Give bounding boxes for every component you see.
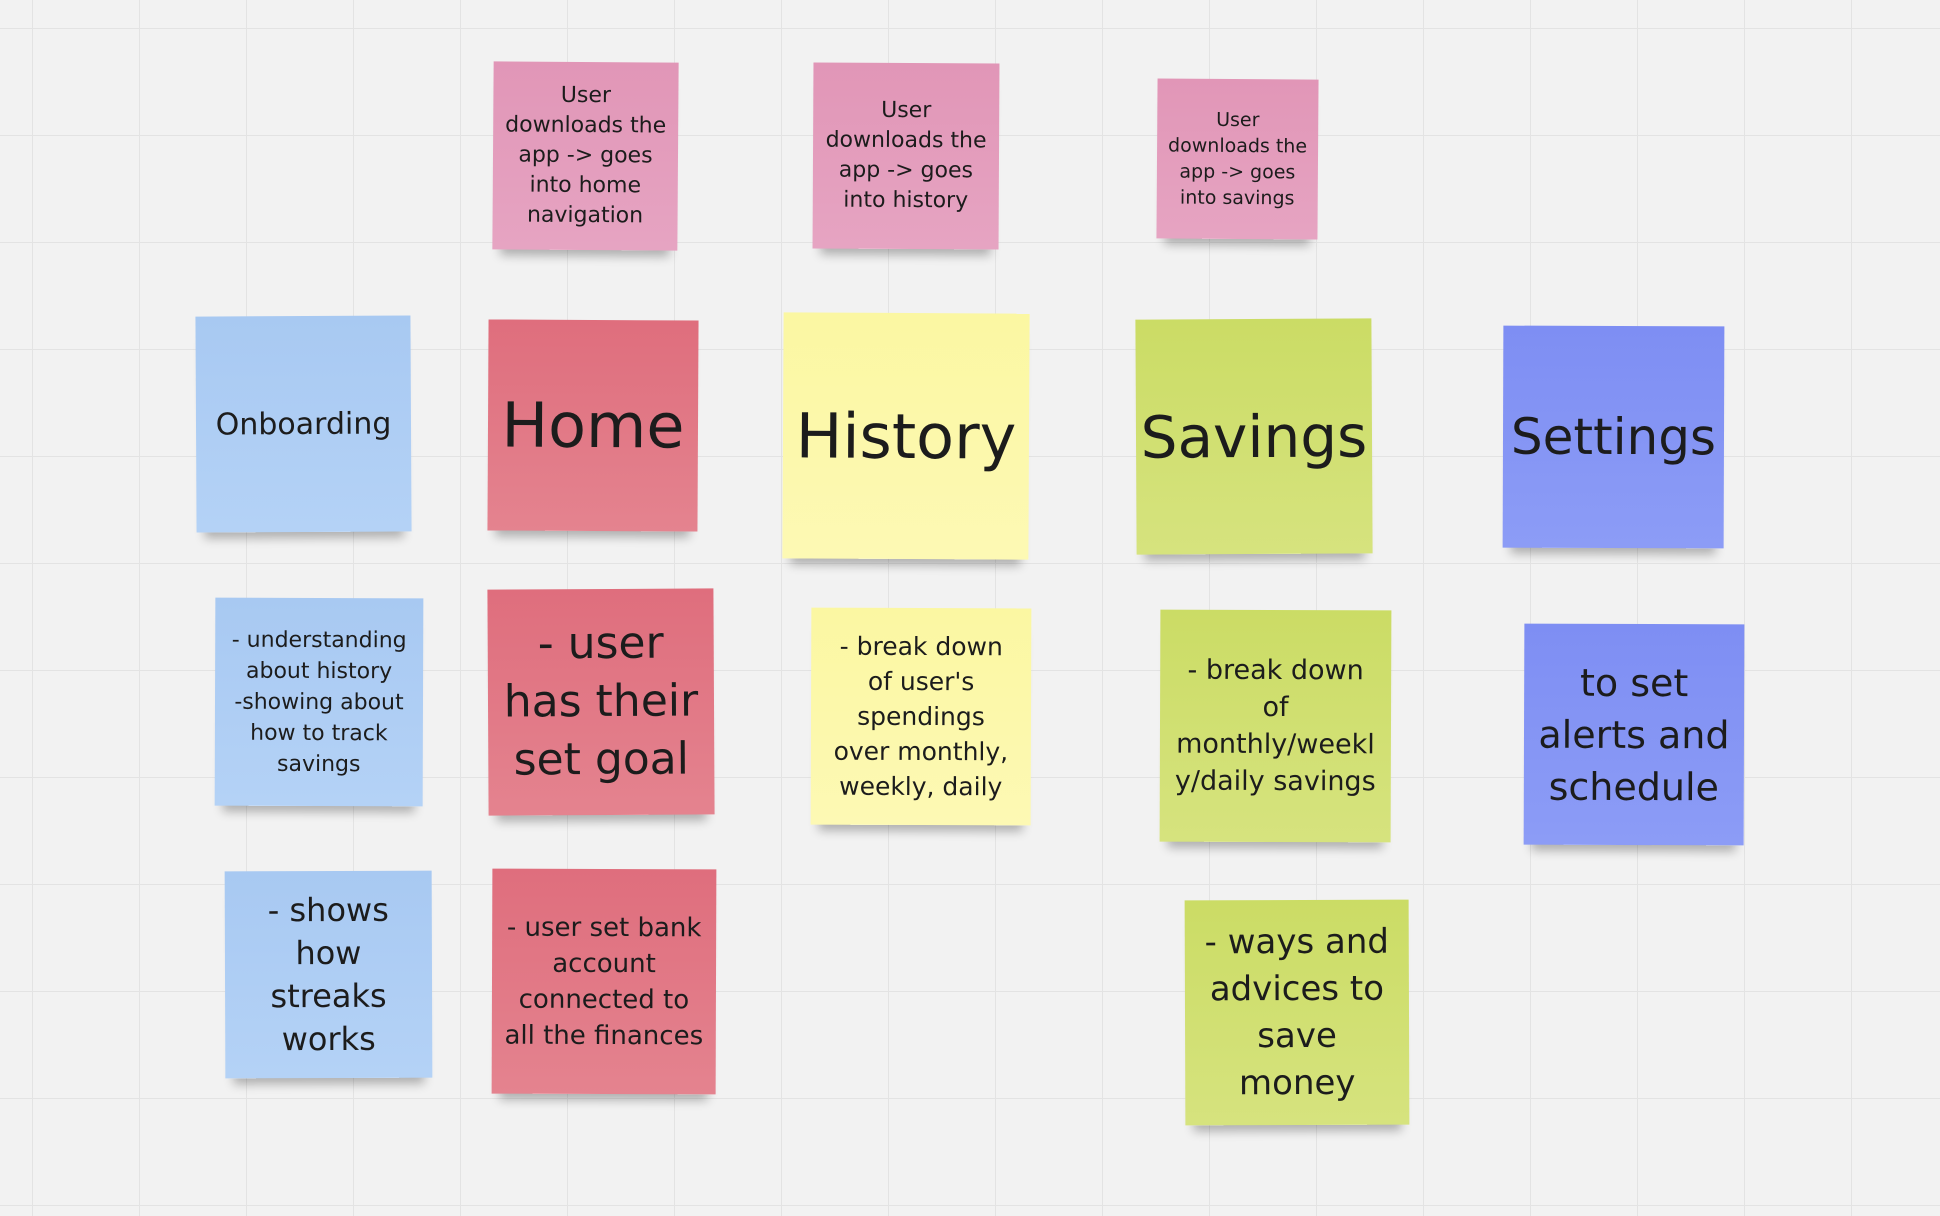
sticky-note-savings[interactable]: Savings xyxy=(1135,318,1373,555)
sticky-note-text: - user has their set goal xyxy=(503,617,699,786)
sticky-note-text: - break down of user's spendings over mo… xyxy=(833,631,1009,802)
sticky-note-bank-account[interactable]: - user set bank account connected to all… xyxy=(491,868,717,1095)
sticky-note-history[interactable]: History xyxy=(782,312,1030,560)
sticky-note-history-breakdown[interactable]: - break down of user's spendings over mo… xyxy=(810,607,1032,826)
sticky-note-home-goal[interactable]: - user has their set goal xyxy=(487,588,715,816)
sticky-note-text: User downloads the app -> goes into hist… xyxy=(825,97,987,214)
sticky-note-home-entry[interactable]: User downloads the app -> goes into home… xyxy=(492,61,679,251)
sticky-note-text: - ways and advices to save money xyxy=(1204,921,1389,1103)
sticky-note-title: History xyxy=(795,398,1017,474)
sticky-note-text: - shows how streaks works xyxy=(267,890,389,1058)
sticky-note-title: Savings xyxy=(1140,401,1368,472)
sticky-note-text: User downloads the app -> goes into savi… xyxy=(1168,108,1308,210)
sticky-note-text: - break down of monthly/weekl y/daily sa… xyxy=(1174,654,1376,798)
sticky-note-savings-breakdown[interactable]: - break down of monthly/weekl y/daily sa… xyxy=(1159,609,1392,843)
sticky-note-text: to set alerts and schedule xyxy=(1538,660,1730,809)
whiteboard-canvas[interactable]: User downloads the app -> goes into home… xyxy=(0,0,1940,1216)
sticky-note-title: Onboarding xyxy=(215,406,392,442)
sticky-note-streaks[interactable]: - shows how streaks works xyxy=(224,870,433,1079)
sticky-note-savings-entry[interactable]: User downloads the app -> goes into savi… xyxy=(1156,78,1319,240)
sticky-note-settings-alerts[interactable]: to set alerts and schedule xyxy=(1523,623,1745,846)
sticky-note-onboarding-detail[interactable]: - understanding about history -showing a… xyxy=(214,597,424,807)
sticky-note-history-entry[interactable]: User downloads the app -> goes into hist… xyxy=(812,62,1000,250)
sticky-note-text: - user set bank account connected to all… xyxy=(504,912,704,1051)
sticky-note-home[interactable]: Home xyxy=(487,319,699,532)
sticky-note-title: Settings xyxy=(1510,407,1717,467)
sticky-note-title: Home xyxy=(501,388,685,463)
sticky-note-settings[interactable]: Settings xyxy=(1502,325,1725,549)
sticky-note-text: - understanding about history -showing a… xyxy=(231,627,407,777)
sticky-note-save-money-tips[interactable]: - ways and advices to save money xyxy=(1184,899,1410,1126)
sticky-note-onboarding[interactable]: Onboarding xyxy=(195,315,412,533)
sticky-note-text: User downloads the app -> goes into home… xyxy=(505,82,667,229)
